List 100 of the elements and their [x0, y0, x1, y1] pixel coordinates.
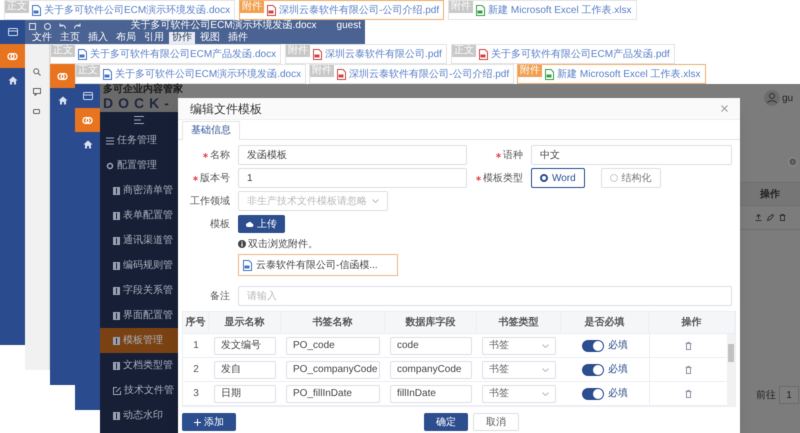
chevron-down-icon — [372, 199, 379, 203]
card-icon[interactable] — [82, 92, 92, 100]
home-icon[interactable] — [82, 140, 92, 148]
menu-item[interactable]: 技术文件管 — [100, 378, 178, 403]
input-field[interactable]: PO_code — [286, 336, 380, 354]
save-icon[interactable] — [29, 22, 36, 30]
home-icon[interactable] — [58, 96, 68, 104]
field-label: 备注 — [210, 290, 230, 304]
trash-icon[interactable] — [778, 214, 786, 221]
avatar-icon[interactable] — [764, 90, 780, 106]
input-field[interactable]: 日期 — [214, 384, 276, 402]
card-icon[interactable] — [8, 28, 18, 36]
column-header: 是否必填 — [561, 312, 649, 333]
document-icon — [113, 362, 120, 370]
menu-item[interactable]: 表单配置管 — [100, 203, 178, 228]
radio-icon — [610, 174, 618, 182]
edit-icon[interactable] — [766, 214, 774, 221]
menu-item[interactable]: 字段关系管 — [100, 278, 178, 303]
input-field[interactable]: 中文 — [530, 145, 732, 165]
confirm-button[interactable]: 确定 — [424, 413, 468, 431]
upload-button[interactable]: 上传 — [238, 215, 285, 233]
menu-item[interactable]: 编码规则管 — [100, 253, 178, 278]
user-name: guest — [336, 20, 361, 32]
file-icon — [103, 68, 112, 80]
cancel-button[interactable]: 取消 — [473, 413, 519, 431]
trash-icon[interactable] — [685, 342, 692, 350]
menu-item[interactable]: 任务管理 — [100, 128, 178, 153]
logo-text: 多可企业内容管家 — [103, 84, 183, 95]
input-field[interactable]: 1 — [238, 168, 467, 188]
toggle-switch[interactable] — [582, 364, 604, 376]
file-tab[interactable]: 附件 新建 Microsoft Excel 工作表.xlsx — [517, 64, 706, 84]
menu-tab[interactable]: 插件 — [225, 32, 251, 44]
upload-icon[interactable] — [754, 214, 762, 221]
input-field[interactable]: PO_companyCode — [286, 360, 380, 378]
tab[interactable]: 基础信息 — [182, 121, 240, 140]
file-icon — [243, 260, 252, 270]
input-field[interactable]: PO_fillInDate — [286, 384, 380, 402]
trash-icon[interactable] — [685, 366, 692, 374]
toggle-switch[interactable] — [582, 388, 604, 400]
select-field[interactable]: 书签 — [482, 360, 556, 378]
select-field[interactable]: 书签 — [482, 336, 556, 354]
toggle-switch[interactable] — [582, 340, 604, 352]
print-icon[interactable] — [44, 22, 51, 30]
radio-button[interactable]: Word — [530, 168, 585, 188]
menu-tab[interactable]: 引用 — [141, 32, 167, 44]
file-icon — [337, 68, 346, 80]
menu-item[interactable]: 模板管理 — [100, 328, 178, 353]
document-icon — [113, 236, 120, 244]
menu-tab[interactable]: 协作 — [169, 32, 195, 44]
menu-tab[interactable]: 布局 — [113, 32, 139, 44]
menu-item[interactable]: 动态水印 — [100, 403, 178, 428]
dialog-title: 编辑文件模板 — [190, 100, 262, 118]
input-field[interactable]: 发函模板 — [238, 145, 467, 165]
input-field[interactable]: 发自 — [214, 360, 276, 378]
toggle-label: 必填 — [608, 362, 628, 377]
menu-tab[interactable]: 文件 — [29, 32, 55, 44]
user-name: gu — [782, 92, 794, 106]
menu-tab[interactable]: 视图 — [197, 32, 223, 44]
home-icon[interactable] — [8, 76, 18, 84]
link-icon[interactable] — [7, 52, 18, 60]
column-header: 显示名称 — [209, 312, 281, 333]
scrollbar[interactable] — [727, 334, 735, 406]
page-input[interactable]: 1 — [779, 386, 799, 404]
file-icon — [476, 4, 486, 16]
menu-item[interactable]: 配置管理 — [100, 153, 178, 178]
logo-mark: DOCK- — [103, 95, 175, 111]
menu-tab[interactable]: 主页 — [57, 32, 83, 44]
menu-icon[interactable] — [134, 116, 144, 124]
menu-tab[interactable]: 插入 — [85, 32, 111, 44]
redo-icon[interactable] — [74, 23, 81, 29]
document-icon — [113, 186, 120, 194]
menu-item[interactable]: 商密清单管 — [100, 178, 178, 203]
select-field[interactable]: 书签 — [482, 384, 556, 402]
close-icon[interactable] — [721, 105, 728, 112]
input-field[interactable]: fillInDate — [390, 384, 472, 402]
document-icon — [113, 212, 120, 220]
document-icon — [113, 262, 120, 270]
input-field[interactable]: 发文编号 — [214, 336, 276, 354]
radio-button[interactable]: 结构化 — [600, 168, 661, 188]
column-header: 序号 — [183, 312, 209, 333]
file-tab[interactable]: 附件 深圳云泰软件有限公司-公司介绍.pdf — [239, 0, 444, 20]
file-card[interactable]: 云泰软件有限公司-信函模... — [238, 254, 398, 276]
add-button[interactable]: 添加 — [182, 413, 236, 431]
column-header: 书签名称 — [281, 312, 385, 333]
comment-icon[interactable] — [33, 88, 41, 96]
document-icon — [113, 286, 120, 294]
radio-selected-icon — [540, 174, 548, 182]
table-cell-text: 2 — [192, 363, 200, 377]
link-icon[interactable] — [57, 72, 68, 80]
menu-item[interactable]: 通讯渠道管 — [100, 228, 178, 253]
input-field[interactable]: companyCode — [390, 360, 472, 378]
undo-icon[interactable] — [59, 23, 66, 29]
file-icon — [32, 4, 41, 16]
chat-icon[interactable] — [33, 108, 41, 116]
input-field[interactable]: code — [390, 336, 472, 354]
link-icon[interactable] — [82, 116, 93, 124]
menu-item[interactable]: 文档类型管 — [100, 353, 178, 378]
menu-item[interactable]: 界面配置管 — [100, 303, 178, 328]
trash-icon[interactable] — [685, 390, 692, 398]
file-icon — [267, 4, 276, 16]
